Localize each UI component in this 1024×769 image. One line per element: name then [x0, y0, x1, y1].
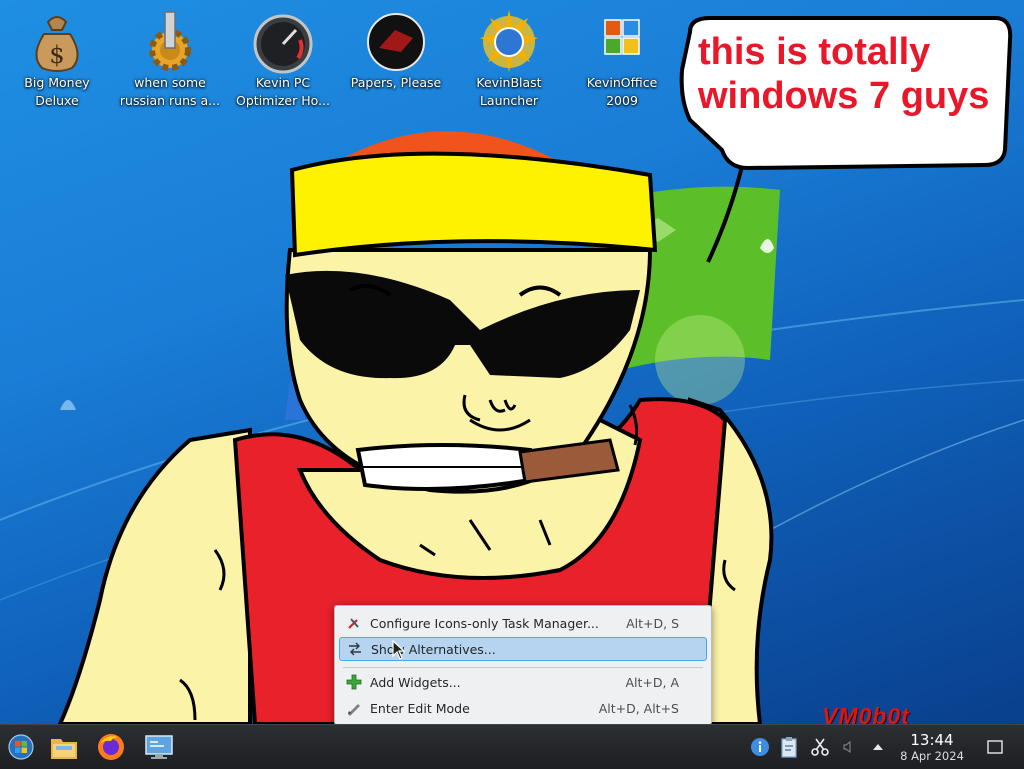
- taskbar: [0, 724, 1024, 769]
- alternatives-icon: [349, 642, 361, 656]
- menu-item-shortcut: Alt+D, Alt+S: [598, 700, 679, 716]
- context-menu: Configure Icons-only Task Manager... Alt…: [334, 605, 712, 724]
- file-manager-icon: [51, 739, 77, 759]
- clipboard-icon: [781, 737, 797, 758]
- menu-item-label: Show Alternatives...: [371, 641, 496, 657]
- papers-please-emblem-icon: [367, 13, 425, 71]
- menu-item-add-widgets[interactable]: Add Widgets... Alt+D, A: [339, 670, 707, 694]
- speech-bubble-text: this is totally windows 7 guys: [698, 31, 990, 117]
- clock-time[interactable]: 13:44: [897, 731, 967, 749]
- volume-icon: [843, 741, 851, 753]
- show-desktop-icon: [987, 740, 1003, 754]
- show-desktop-button[interactable]: [977, 729, 1013, 765]
- task-firefox[interactable]: [93, 729, 129, 765]
- menu-separator: [343, 667, 703, 668]
- desktop-icon-label: KevinOffice 2009: [586, 75, 658, 108]
- desktop-icon-label: Big Money Deluxe: [24, 75, 90, 108]
- gear-tap-icon: [149, 11, 191, 71]
- edit-mode-icon: [348, 704, 360, 716]
- desktop-icon-label: Kevin PC Optimizer Ho...: [236, 75, 330, 108]
- task-system-settings[interactable]: [141, 729, 177, 765]
- system-settings-icon: [145, 735, 173, 759]
- desktop-icon-russian-gear[interactable]: when some russian runs a...: [114, 8, 226, 110]
- clock-date[interactable]: 8 Apr 2024: [890, 749, 974, 763]
- office-logo-icon: [604, 19, 640, 55]
- menu-item-shortcut: Alt+D, A: [625, 674, 679, 690]
- start-menu-icon: [8, 734, 34, 760]
- sun-disc-icon: [480, 10, 538, 72]
- firefox-icon: [98, 734, 124, 760]
- menu-item-configure-task-manager[interactable]: Configure Icons-only Task Manager... Alt…: [339, 611, 707, 635]
- menu-item-label: Configure Icons-only Task Manager...: [370, 615, 599, 631]
- money-bag-icon: $: [35, 16, 79, 72]
- watermark: VM0b0t: [822, 703, 910, 724]
- menu-item-enter-edit-mode[interactable]: Enter Edit Mode Alt+D, Alt+S: [339, 696, 707, 720]
- task-file-manager[interactable]: [46, 729, 82, 765]
- menu-item-label: Add Widgets...: [370, 674, 461, 690]
- desktop-icon-label: when some russian runs a...: [119, 75, 221, 108]
- expand-tray-icon: [873, 744, 883, 750]
- menu-item-shortcut: Alt+D, S: [626, 615, 679, 631]
- desktop-icon-kevinblast-launcher[interactable]: KevinBlast Launcher: [453, 8, 565, 110]
- speedometer-icon: [253, 14, 313, 74]
- desktop-icon-label: KevinBlast Launcher: [476, 75, 542, 108]
- desktop-icon-big-money-deluxe[interactable]: $ Big Money Deluxe: [1, 8, 113, 110]
- scissors-icon: [811, 738, 829, 756]
- mouse-cursor: [392, 640, 406, 660]
- desktop-icon-kevin-pc-optimizer[interactable]: Kevin PC Optimizer Ho...: [227, 8, 339, 110]
- configure-icon: [348, 618, 359, 629]
- add-icon: [346, 674, 362, 690]
- menu-item-label: Enter Edit Mode: [370, 700, 470, 716]
- svg-text:$: $: [49, 41, 64, 69]
- desktop[interactable]: $ Big Money Deluxe when some russian runs …: [0, 0, 1024, 724]
- desktop-icon-papers-please[interactable]: Papers, Please: [340, 8, 452, 92]
- desktop-icon-kevinoffice-2009[interactable]: KevinOffice 2009: [566, 8, 678, 110]
- desktop-icon-label: Papers, Please: [350, 75, 442, 90]
- info-icon: [751, 738, 769, 756]
- start-menu-button[interactable]: [3, 729, 39, 765]
